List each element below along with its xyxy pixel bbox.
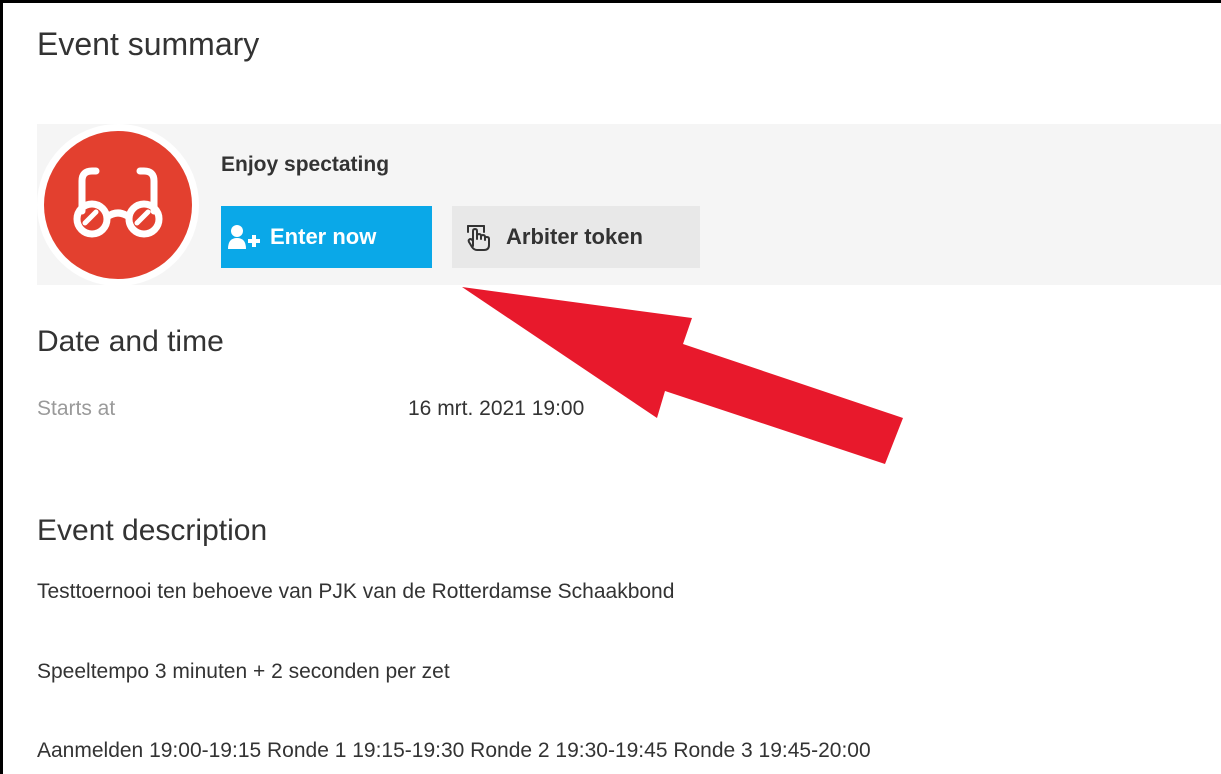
description-line: Testtoernooi ten behoeve van PJK van de … [37, 580, 675, 603]
description-line: Speeltempo 3 minuten + 2 seconden per ze… [37, 660, 450, 683]
page-title: Event summary [37, 26, 260, 62]
glasses-icon [73, 167, 163, 238]
event-description-heading: Event description [37, 514, 268, 547]
enter-now-label: Enter now [270, 224, 377, 249]
event-summary-frame [0, 0, 1221, 774]
date-time-heading: Date and time [37, 325, 224, 358]
spectator-avatar [44, 131, 192, 279]
description-line: Aanmelden 19:00-19:15 Ronde 1 19:15-19:3… [37, 739, 871, 762]
starts-at-label: Starts at [37, 397, 116, 420]
enter-now-button[interactable]: Enter now [221, 206, 432, 268]
arbiter-token-button[interactable]: Arbiter token [452, 206, 700, 268]
hand-pointer-icon [462, 222, 498, 252]
add-user-icon [228, 224, 262, 250]
starts-at-value: 16 mrt. 2021 19:00 [408, 397, 585, 420]
arbiter-token-label: Arbiter token [506, 224, 643, 249]
status-title: Enjoy spectating [221, 153, 390, 176]
